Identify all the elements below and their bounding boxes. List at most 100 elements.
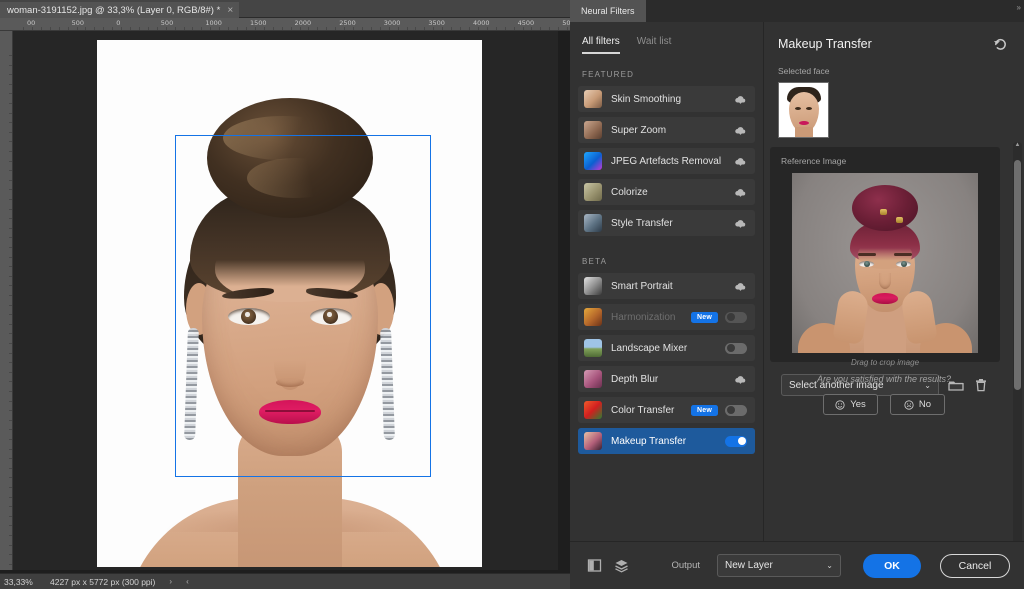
ruler-mark — [451, 27, 453, 30]
filter-row-skin-smoothing[interactable]: Skin Smoothing — [578, 86, 755, 112]
cloud-download-icon[interactable] — [734, 186, 747, 199]
filter-toggle[interactable] — [725, 342, 747, 354]
depth-blur-thumb — [584, 370, 602, 388]
ruler-mark — [9, 189, 12, 191]
ruler-mark — [219, 27, 221, 30]
ruler-tick: 00 — [27, 19, 36, 27]
ruler-mark — [353, 27, 354, 30]
reference-image-preview[interactable] — [792, 173, 978, 353]
ruler-mark — [567, 27, 569, 30]
scroll-up-arrow-icon[interactable]: ▲ — [1014, 142, 1021, 149]
filters-list[interactable]: FEATURED Skin Smoothing Super Zoom JPEG Art… — [570, 54, 763, 541]
ruler-mark — [379, 27, 381, 30]
cloud-download-icon[interactable] — [734, 93, 747, 106]
neural-filters-panel: All filters Wait list FEATURED Skin Smooth… — [570, 22, 1024, 589]
filter-row-depth-blur[interactable]: Depth Blur — [578, 366, 755, 392]
filter-row-jpeg-artefacts-removal[interactable]: JPEG Artefacts Removal — [578, 148, 755, 174]
status-bar: 33,33% 4227 px x 5772 px (300 ppi) › ‹ — [0, 573, 570, 589]
ruler-mark — [540, 27, 542, 30]
ruler-mark — [442, 27, 444, 30]
ruler-tick: 2500 — [339, 19, 356, 27]
ruler-mark — [9, 544, 12, 546]
split-preview-icon[interactable] — [586, 557, 603, 574]
detail-scroll-thumb[interactable] — [1014, 160, 1021, 390]
ruler-mark — [477, 27, 479, 30]
super-zoom-thumb — [584, 121, 602, 139]
ruler-mark — [9, 371, 12, 373]
ruler-mark — [9, 170, 12, 172]
ruler-mark — [9, 429, 12, 431]
filter-row-makeup-transfer[interactable]: Makeup Transfer — [578, 428, 755, 454]
ruler-mark — [85, 27, 87, 30]
face-selection-rectangle[interactable] — [175, 135, 431, 477]
filter-row-style-transfer[interactable]: Style Transfer — [578, 210, 755, 236]
ruler-mark — [9, 439, 12, 440]
panel-menu-icon[interactable]: » — [1017, 3, 1021, 12]
harmonization-thumb — [584, 308, 602, 326]
filter-toggle[interactable] — [725, 435, 747, 447]
ruler-tick: 2000 — [294, 19, 312, 27]
status-arrow-left-icon[interactable]: ‹ — [172, 577, 189, 586]
ruler-tick: 4000 — [0, 251, 1, 268]
ruler-mark — [9, 64, 12, 66]
cloud-download-icon[interactable] — [734, 280, 747, 293]
ruler-mark — [9, 160, 12, 162]
cloud-download-icon[interactable] — [734, 124, 747, 137]
filters-tab-wait-list[interactable]: Wait list — [637, 36, 672, 54]
makeup-transfer-thumb — [584, 432, 602, 450]
filter-row-color-transfer[interactable]: Color Transfer New — [578, 397, 755, 423]
ruler-mark — [9, 151, 12, 152]
filters-tab-all-filters[interactable]: All filters — [582, 36, 620, 54]
output-dropdown[interactable]: New Layer ⌄ — [717, 554, 841, 577]
ruler-mark — [9, 487, 12, 488]
filter-row-landscape-mixer[interactable]: Landscape Mixer — [578, 335, 755, 361]
filter-label: Smart Portrait — [611, 280, 673, 292]
ruler-mark — [9, 83, 12, 85]
layers-icon[interactable] — [613, 557, 630, 574]
ruler-mark — [549, 27, 551, 30]
output-value: New Layer — [725, 560, 773, 571]
ruler-tick: 500 — [562, 19, 570, 27]
status-arrow-right-icon[interactable]: › — [155, 577, 172, 586]
cloud-download-icon[interactable] — [734, 217, 747, 230]
filter-row-super-zoom[interactable]: Super Zoom — [578, 117, 755, 143]
document-dimensions: 4227 px x 5772 px (300 ppi) — [50, 576, 156, 587]
filter-row-harmonization[interactable]: Harmonization New — [578, 304, 755, 330]
cloud-download-icon[interactable] — [734, 155, 747, 168]
close-icon[interactable]: × — [227, 5, 233, 16]
ruler-mark — [9, 343, 12, 344]
ruler-mark — [9, 74, 12, 76]
cloud-download-icon[interactable] — [734, 373, 747, 386]
detail-scrollbar[interactable]: ▲ ▼ — [1013, 142, 1022, 541]
ruler-tick: 8000 — [0, 443, 1, 460]
cancel-button[interactable]: Cancel — [940, 553, 1010, 578]
colorize-thumb — [584, 183, 602, 201]
ruler-mark — [9, 141, 12, 143]
document-tab[interactable]: woman-3191152.jpg @ 33,3% (Layer 0, RGB/… — [0, 1, 240, 20]
canvas-area[interactable] — [13, 31, 558, 570]
jpeg-artefacts-thumb — [584, 152, 602, 170]
ruler-tick: 7000 — [0, 395, 1, 412]
satisfaction-no-button[interactable]: No — [890, 394, 945, 415]
filter-toggle[interactable] — [725, 311, 747, 323]
reset-icon[interactable] — [993, 36, 1008, 51]
tab-neural-filters[interactable]: Neural Filters — [570, 0, 646, 22]
satisfaction-question: Are you satisfied with the results? — [816, 374, 952, 384]
document-photo[interactable] — [97, 40, 482, 567]
filter-row-colorize[interactable]: Colorize — [578, 179, 755, 205]
style-transfer-thumb — [584, 214, 602, 232]
selected-face-thumbnail[interactable] — [778, 82, 829, 138]
filter-label: Colorize — [611, 186, 648, 198]
ruler-tick: 10000 — [0, 539, 1, 560]
smart-portrait-thumb — [584, 277, 602, 295]
filter-toggle[interactable] — [725, 404, 747, 416]
ruler-mark — [40, 27, 42, 30]
ok-button[interactable]: OK — [863, 553, 921, 578]
ruler-mark — [156, 27, 158, 30]
ruler-mark — [9, 199, 12, 200]
zoom-level[interactable]: 33,33% — [0, 577, 44, 587]
filter-row-smart-portrait[interactable]: Smart Portrait — [578, 273, 755, 299]
filter-label: Harmonization — [611, 311, 676, 323]
satisfaction-yes-button[interactable]: Yes — [823, 394, 878, 415]
ruler-mark — [9, 112, 12, 114]
